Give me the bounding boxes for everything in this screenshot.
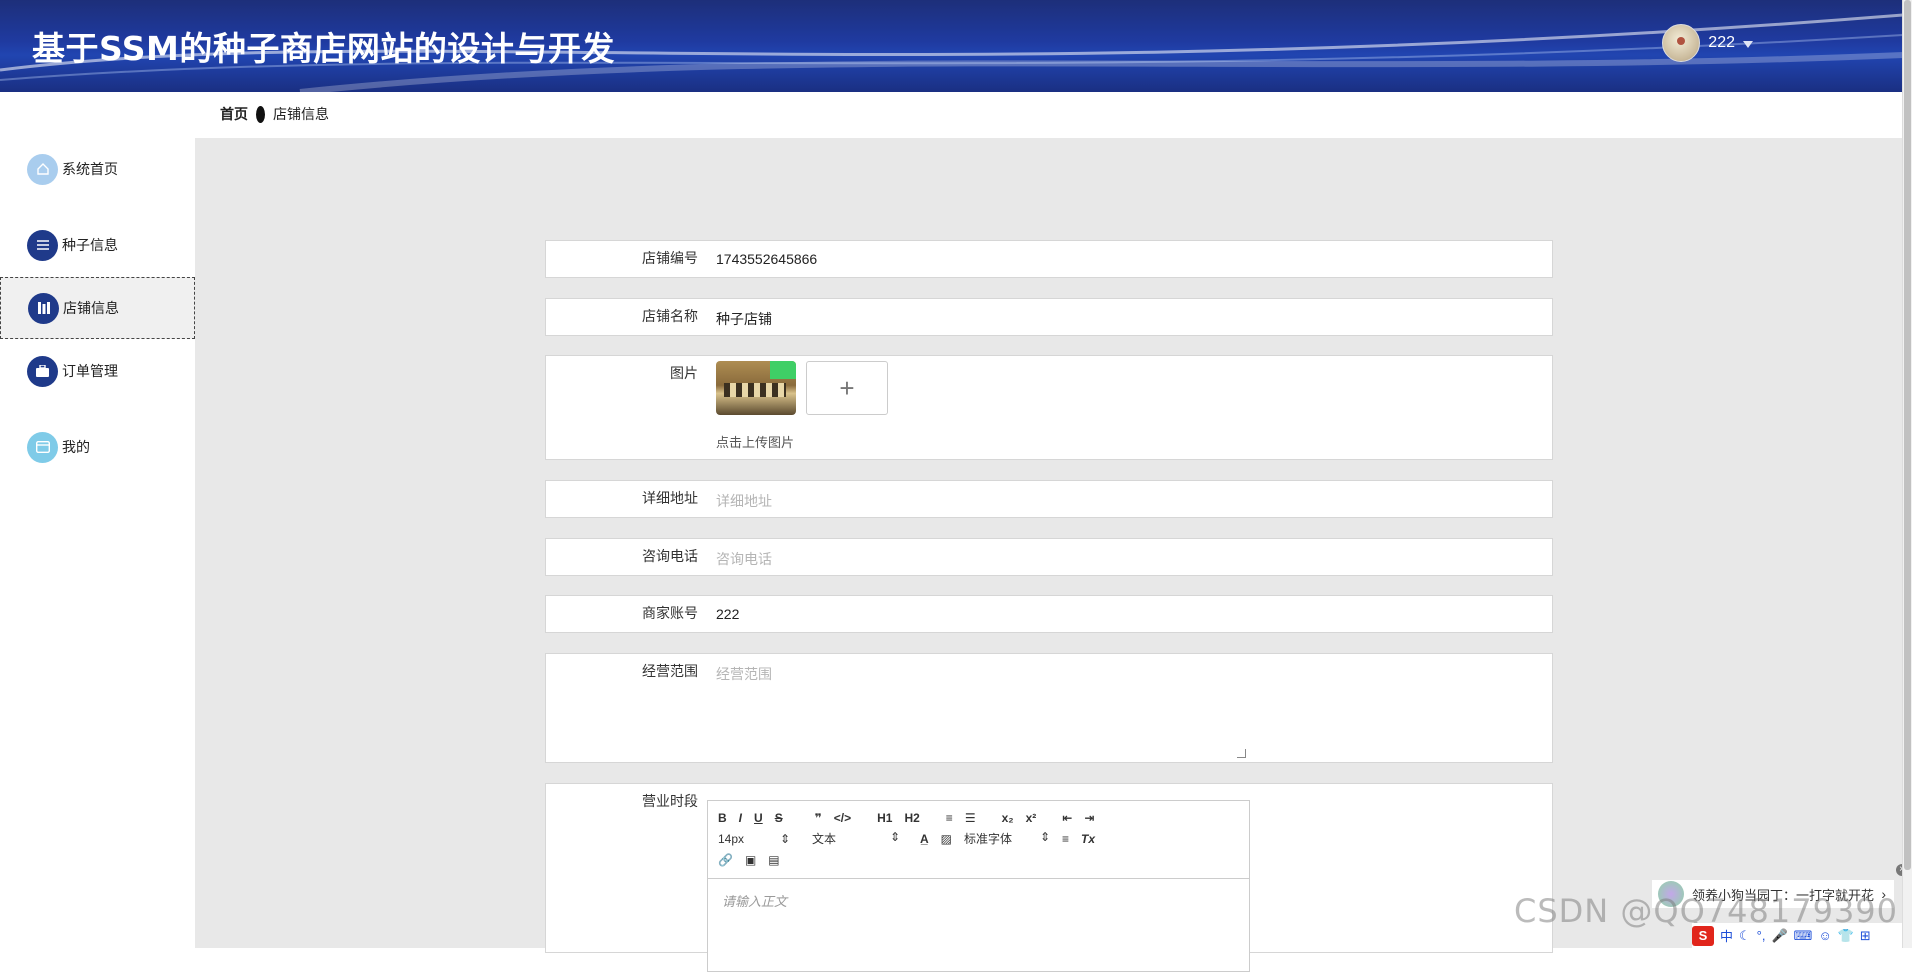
- font-family-value: 标准字体: [964, 832, 1013, 846]
- store-photo-thumbnail[interactable]: [716, 361, 796, 415]
- heading2-button[interactable]: H2: [904, 811, 919, 825]
- briefcase-icon: [27, 355, 58, 387]
- sidebar-item-label: 订单管理: [62, 363, 118, 379]
- upload-hint: 点击上传图片: [716, 435, 795, 450]
- profile-card-icon: [27, 431, 58, 463]
- moon-icon[interactable]: ☾: [1739, 928, 1751, 944]
- avatar[interactable]: [1662, 24, 1701, 62]
- sidebar-item-store[interactable]: 店铺信息: [0, 277, 195, 339]
- heading1-button[interactable]: H1: [877, 811, 892, 825]
- align-left-icon[interactable]: ≡: [1062, 832, 1069, 846]
- field-label: 商家账号: [642, 605, 698, 621]
- select-arrows-icon: ⇕: [779, 831, 790, 846]
- user-menu[interactable]: 222: [1662, 24, 1753, 62]
- ordered-list-button[interactable]: ≡: [946, 811, 953, 825]
- ime-mode[interactable]: 中: [1720, 926, 1733, 945]
- breadcrumb-home[interactable]: 首页: [220, 104, 248, 124]
- subscript-button[interactable]: x₂: [1002, 811, 1014, 825]
- keyboard-icon[interactable]: ⌨: [1794, 928, 1813, 944]
- user-icon[interactable]: ☺: [1818, 928, 1831, 943]
- select-arrows-icon: ⇕: [1039, 830, 1051, 844]
- outdent-button[interactable]: ⇤: [1062, 811, 1072, 825]
- font-size-select[interactable]: 14px ⇕: [718, 832, 790, 846]
- microphone-icon[interactable]: 🎤: [1771, 928, 1787, 944]
- font-size-value: 14px: [718, 831, 745, 846]
- breadcrumb-separator-icon: [256, 105, 265, 123]
- sidebar-item-label: 系统首页: [62, 161, 118, 177]
- breadcrumb: 首页 店铺信息: [220, 104, 329, 124]
- shirt-icon[interactable]: 👕: [1838, 928, 1854, 944]
- scope-textarea[interactable]: 经营范围: [716, 664, 772, 684]
- username[interactable]: 222: [1708, 34, 1735, 52]
- plus-icon: +: [839, 372, 855, 403]
- form-row-hours: 营业时段 B I U S ❞ </> H1 H2 ≡ ☰ x₂ x² ⇤ ⇥ 1…: [545, 783, 1553, 972]
- field-label: 店铺名称: [642, 308, 698, 324]
- block-type-select[interactable]: 文本 ⇕: [812, 830, 900, 847]
- app-title: 基于SSM的种子商店网站的设计与开发: [32, 29, 615, 68]
- sidebar-item-seeds[interactable]: 种子信息: [0, 214, 195, 276]
- font-color-icon[interactable]: A̲: [920, 832, 929, 846]
- field-label: 详细地址: [642, 490, 698, 506]
- field-label: 店铺编号: [642, 250, 698, 266]
- address-field[interactable]: 详细地址: [716, 491, 772, 511]
- bold-button[interactable]: B: [718, 811, 727, 825]
- superscript-button[interactable]: x²: [1026, 811, 1037, 825]
- italic-button[interactable]: I: [739, 811, 742, 825]
- phone-field[interactable]: 咨询电话: [716, 549, 772, 569]
- underline-button[interactable]: U: [754, 811, 763, 825]
- select-arrows-icon: ⇕: [889, 830, 900, 844]
- sidebar-item-label: 店铺信息: [63, 300, 119, 316]
- page-scrollbar[interactable]: [1902, 0, 1912, 948]
- breadcrumb-current: 店铺信息: [273, 106, 329, 122]
- sidebar-item-orders[interactable]: 订单管理: [0, 340, 195, 402]
- form-row-shop-id: 店铺编号 1743552645866: [545, 240, 1553, 278]
- image-upload-button[interactable]: +: [806, 361, 888, 415]
- form-row-merchant-account: 商家账号 222: [545, 595, 1553, 633]
- blockquote-button[interactable]: ❞: [815, 811, 822, 825]
- field-label: 咨询电话: [642, 548, 698, 564]
- bullet-list-button[interactable]: ☰: [965, 811, 976, 825]
- merchant-account-field[interactable]: 222: [716, 606, 739, 622]
- shop-name-field[interactable]: 种子店铺: [716, 309, 772, 329]
- field-label: 图片: [670, 365, 698, 381]
- font-family-select[interactable]: 标准字体 ⇕: [964, 830, 1050, 847]
- editor-toolbar: B I U S ❞ </> H1 H2 ≡ ☰ x₂ x² ⇤ ⇥ 14px ⇕…: [708, 801, 1249, 879]
- form-row-scope: 经营范围 经营范围: [545, 653, 1553, 763]
- link-icon[interactable]: 🔗: [718, 853, 733, 867]
- sidebar: 系统首页 种子信息 店铺信息 订单管理 我的: [0, 92, 195, 948]
- code-block-button[interactable]: </>: [834, 811, 851, 825]
- resize-handle-icon[interactable]: [1237, 749, 1246, 758]
- background-color-icon[interactable]: ▨: [941, 832, 952, 846]
- image-icon[interactable]: ▣: [745, 853, 756, 867]
- shop-id-field[interactable]: 1743552645866: [716, 251, 817, 267]
- sidebar-item-label: 种子信息: [62, 237, 118, 253]
- editor-body[interactable]: 请输入正文: [708, 879, 1249, 922]
- chevron-down-icon[interactable]: [1743, 40, 1753, 48]
- sidebar-item-label: 我的: [62, 439, 90, 455]
- form-row-image: 图片 + 点击上传图片: [545, 355, 1553, 460]
- main-content: 店铺编号 1743552645866 店铺名称 种子店铺 图片 + 点击上传图片…: [195, 138, 1903, 972]
- video-icon[interactable]: ▤: [768, 853, 779, 867]
- rich-text-editor[interactable]: B I U S ❞ </> H1 H2 ≡ ☰ x₂ x² ⇤ ⇥ 14px ⇕…: [707, 800, 1250, 972]
- field-label: 营业时段: [642, 793, 698, 809]
- punctuation-icon[interactable]: °,: [1757, 928, 1766, 943]
- scrollbar-thumb[interactable]: [1904, 0, 1911, 870]
- form-row-phone: 咨询电话 咨询电话: [545, 538, 1553, 576]
- sidebar-item-profile[interactable]: 我的: [0, 416, 195, 478]
- block-type-value: 文本: [812, 832, 837, 846]
- store-icon: [28, 292, 59, 324]
- ime-toolbar[interactable]: S 中 ☾ °, 🎤 ⌨ ☺ 👕 ⊞: [1692, 923, 1912, 948]
- field-label: 经营范围: [642, 663, 698, 679]
- indent-button[interactable]: ⇥: [1084, 811, 1094, 825]
- form-row-address: 详细地址 详细地址: [545, 480, 1553, 518]
- home-icon: [27, 153, 58, 185]
- list-icon: [27, 229, 58, 261]
- grid-icon[interactable]: ⊞: [1860, 928, 1871, 944]
- clear-format-button[interactable]: Tx: [1081, 832, 1095, 846]
- strike-button[interactable]: S: [775, 811, 783, 825]
- form-row-shop-name: 店铺名称 种子店铺: [545, 298, 1553, 336]
- sogou-logo-icon: S: [1692, 925, 1714, 946]
- sidebar-item-home[interactable]: 系统首页: [0, 138, 195, 200]
- app-header: 基于SSM的种子商店网站的设计与开发 222: [0, 0, 1903, 92]
